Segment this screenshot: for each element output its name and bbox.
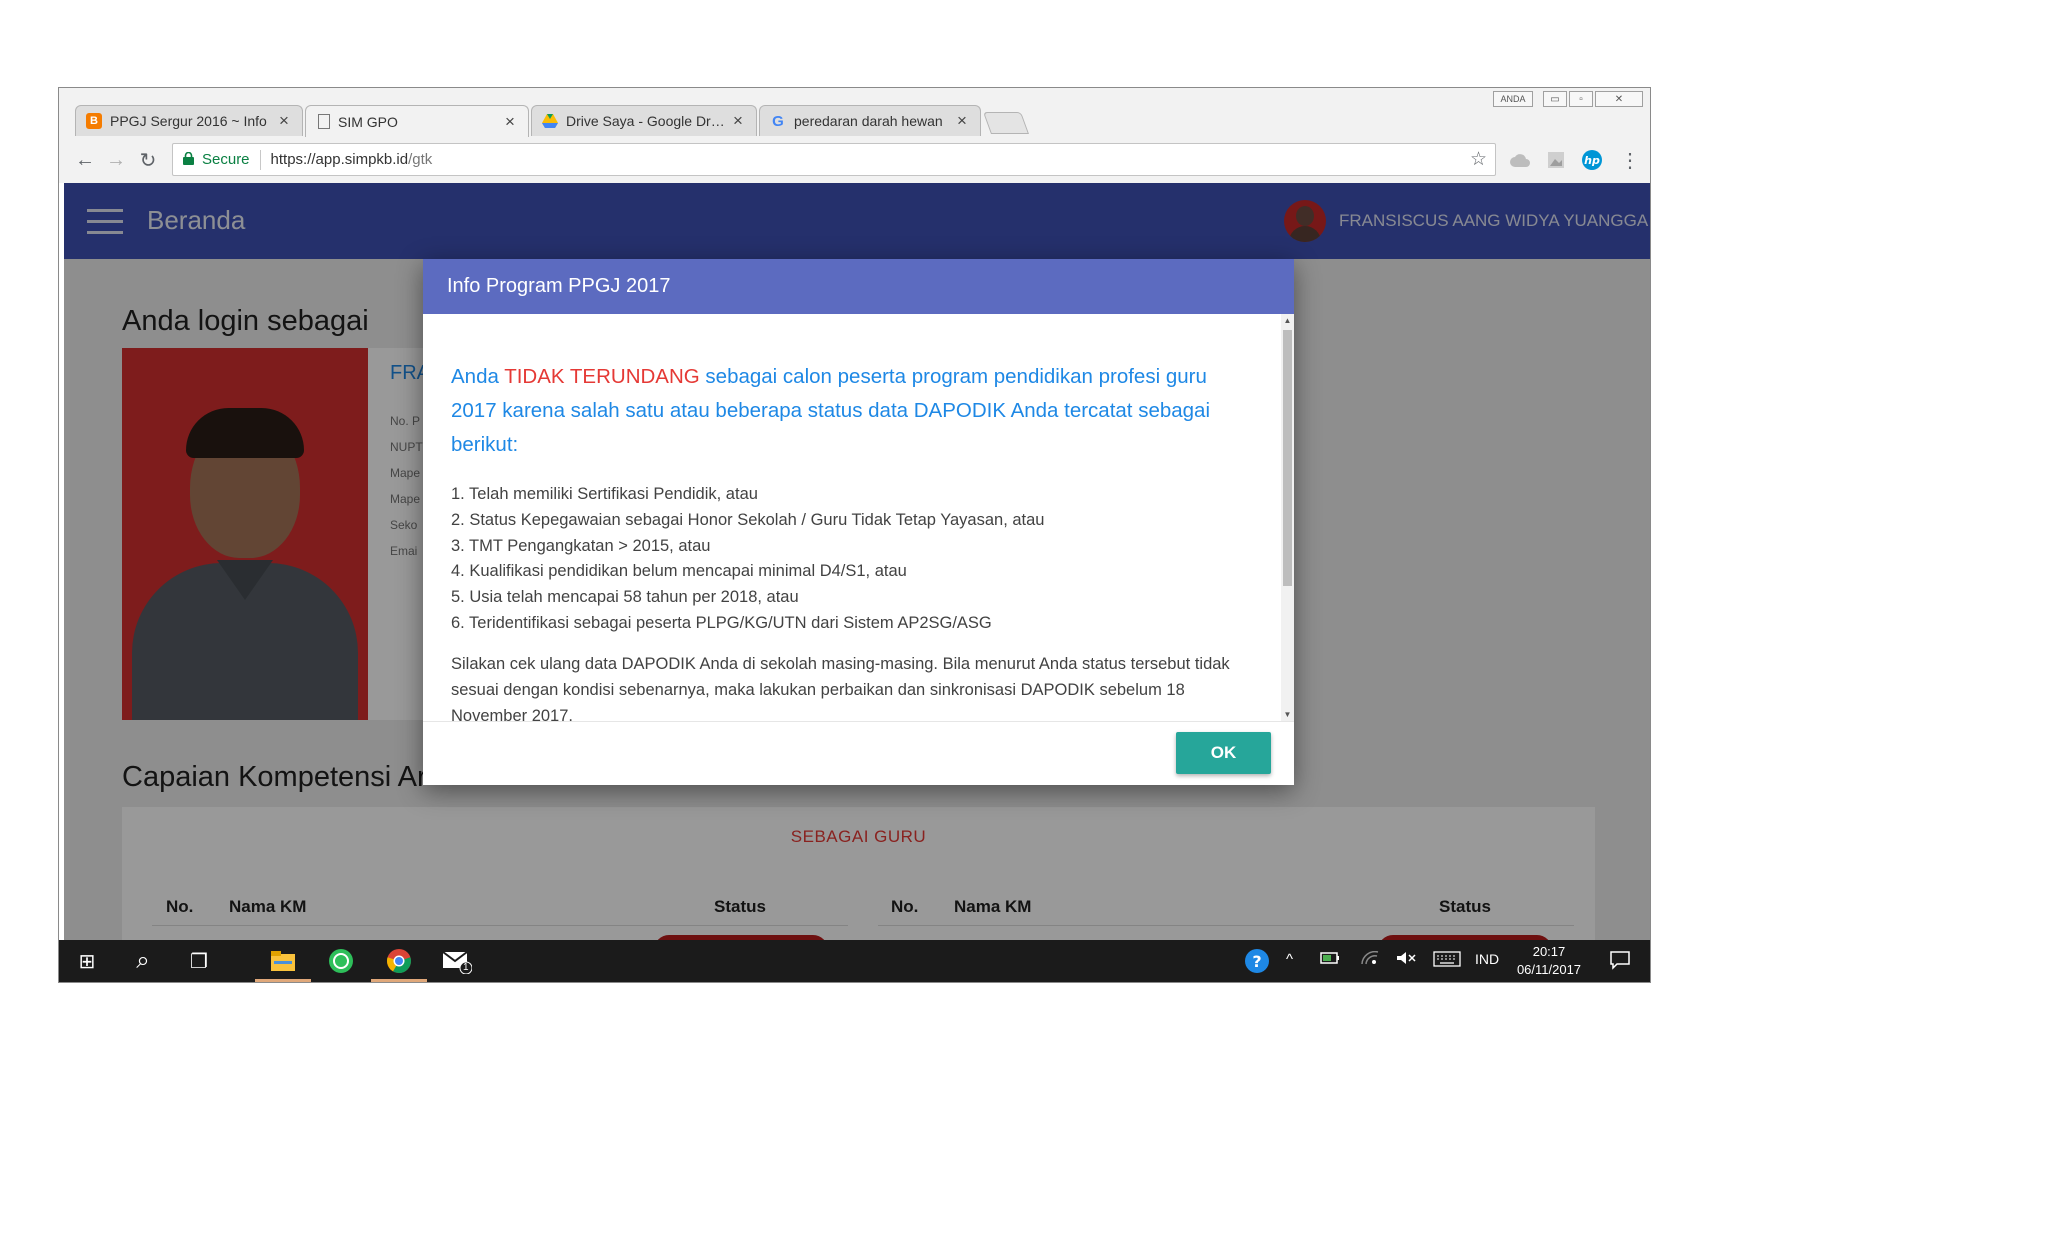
file-explorer-icon[interactable]: [255, 940, 311, 982]
list-item: 1. Telah memiliki Sertifikasi Pendidik, …: [451, 485, 758, 503]
wifi-icon[interactable]: [1361, 950, 1379, 969]
close-icon[interactable]: ×: [730, 111, 746, 131]
whatsapp-icon[interactable]: [313, 940, 369, 982]
chevron-up-icon[interactable]: ^: [1286, 951, 1293, 968]
system-clock[interactable]: 20:17 06/11/2017: [1509, 943, 1589, 979]
close-icon[interactable]: ×: [954, 111, 970, 131]
browser-toolbar: ← → ↻ Secure https://app.simpkb.id/gtk ☆…: [59, 137, 1650, 183]
url-host: https://app.simpkb.id: [270, 151, 409, 168]
maximize-button[interactable]: ▫: [1569, 91, 1593, 107]
browser-window: ANDA ▭ ▫ ✕ B PPGJ Sergur 2016 ~ Info × S…: [58, 87, 1651, 983]
battery-icon[interactable]: [1320, 951, 1340, 969]
browser-menu-icon[interactable]: ⋮: [1615, 145, 1645, 175]
cloud-extension-icon[interactable]: [1505, 145, 1535, 175]
dialog-scrollbar[interactable]: ▲ ▼: [1281, 314, 1294, 721]
tab-label: PPGJ Sergur 2016 ~ Info: [110, 113, 267, 129]
tab-google-search[interactable]: G peredaran darah hewan ×: [759, 105, 981, 136]
dialog-body: Anda TIDAK TERUNDANG sebagai calon peser…: [423, 314, 1281, 721]
list-item: 5. Usia telah mencapai 58 tahun per 2018…: [451, 588, 799, 607]
back-icon[interactable]: ←: [70, 145, 100, 175]
google-icon: G: [772, 112, 784, 130]
lead-text-start: Anda: [451, 365, 505, 388]
reason-list: 1. Telah memiliki Sertifikasi Pendidik, …: [451, 482, 1253, 637]
tab-ppgj-sergur[interactable]: B PPGJ Sergur 2016 ~ Info ×: [75, 105, 303, 136]
scroll-down-icon[interactable]: ▼: [1281, 708, 1294, 721]
dialog-note: Silakan cek ulang data DAPODIK Anda di s…: [451, 654, 1230, 721]
url-text[interactable]: https://app.simpkb.id/gtk: [271, 151, 433, 168]
address-bar[interactable]: Secure https://app.simpkb.id/gtk ☆: [172, 143, 1496, 176]
ok-button[interactable]: OK: [1176, 732, 1271, 774]
tab-label: SIM GPO: [338, 113, 398, 130]
web-content: Beranda FRANSISCUS AANG WIDYA YUANGGA An…: [64, 183, 1650, 940]
reload-icon[interactable]: ↻: [133, 145, 163, 175]
chrome-frame: ANDA ▭ ▫ ✕ B PPGJ Sergur 2016 ~ Info × S…: [59, 88, 1650, 183]
google-drive-icon: [542, 113, 558, 129]
scroll-up-icon[interactable]: ▲: [1281, 314, 1294, 327]
lock-icon: [183, 151, 194, 168]
task-view-icon[interactable]: ❐: [171, 940, 227, 982]
start-button-icon[interactable]: ⊞: [59, 940, 115, 982]
windows-taskbar: ⊞ ⌕ ❐ 1 ? ^ IND 20:17 06/11/2017: [59, 940, 1650, 982]
close-icon[interactable]: ×: [502, 112, 518, 132]
dialog-lead-text: Anda TIDAK TERUNDANG sebagai calon peser…: [451, 360, 1253, 462]
info-dialog: Info Program PPGJ 2017 Anda TIDAK TERUND…: [423, 259, 1294, 785]
chrome-icon[interactable]: [371, 940, 427, 982]
bookmark-star-icon[interactable]: ☆: [1470, 148, 1487, 171]
hp-extension-icon[interactable]: hp: [1577, 145, 1607, 175]
list-item: 3. TMT Pengangkatan > 2015, atau: [451, 536, 711, 555]
dialog-footer: OK: [423, 721, 1294, 785]
list-item: 2. Status Kepegawaian sebagai Honor Seko…: [451, 510, 1045, 529]
mail-icon[interactable]: 1: [429, 940, 485, 982]
forward-icon[interactable]: →: [101, 145, 131, 175]
page-icon: [318, 114, 330, 129]
image-extension-icon[interactable]: [1541, 145, 1571, 175]
close-icon[interactable]: ×: [276, 111, 292, 131]
action-center-icon[interactable]: [1609, 949, 1631, 975]
svg-text:?: ?: [1252, 952, 1261, 971]
keyboard-icon[interactable]: [1433, 951, 1461, 971]
url-path: /gtk: [408, 151, 433, 168]
tab-google-drive[interactable]: Drive Saya - Google Drive ×: [531, 105, 757, 136]
tab-label: peredaran darah hewan: [794, 113, 943, 129]
clock-date: 06/11/2017: [1516, 962, 1582, 977]
secure-label: Secure: [202, 151, 250, 168]
blogger-icon: B: [86, 113, 102, 129]
list-item: 6. Teridentifikasi sebagai peserta PLPG/…: [451, 613, 992, 632]
volume-muted-icon[interactable]: [1396, 951, 1416, 969]
scrollbar-thumb[interactable]: [1283, 330, 1292, 586]
lead-highlight: TIDAK TERUNDANG: [504, 365, 700, 388]
new-tab-button[interactable]: [982, 112, 1030, 134]
help-icon[interactable]: ?: [1244, 948, 1270, 978]
minimize-button[interactable]: ▭: [1543, 91, 1567, 107]
omnibox-separator: [259, 149, 261, 170]
mail-badge: 1: [463, 962, 469, 973]
tab-sim-gpo[interactable]: SIM GPO ×: [305, 105, 529, 137]
close-window-button[interactable]: ✕: [1595, 91, 1643, 107]
search-icon[interactable]: ⌕: [115, 940, 171, 982]
dialog-title: Info Program PPGJ 2017: [423, 259, 1294, 314]
clock-time: 20:17: [1532, 944, 1566, 959]
svg-text:hp: hp: [1584, 154, 1600, 167]
language-indicator[interactable]: IND: [1475, 951, 1499, 967]
tab-label: Drive Saya - Google Drive: [566, 113, 726, 129]
profile-badge[interactable]: ANDA: [1493, 91, 1533, 107]
list-item: 4. Kualifikasi pendidikan belum mencapai…: [451, 562, 907, 581]
